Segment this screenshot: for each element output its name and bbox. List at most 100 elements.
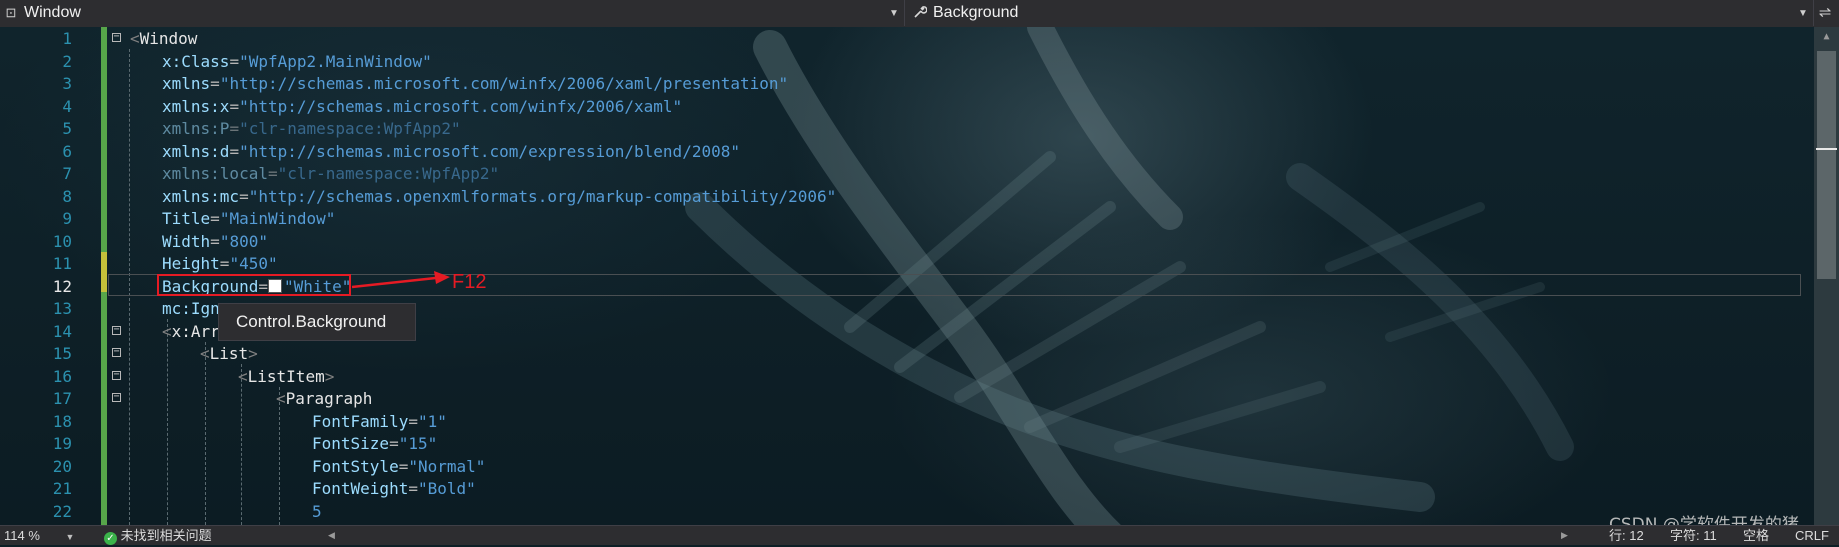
line-number: 1 (62, 29, 72, 48)
code-text: xmlns:mc="http://schemas.openxmlformats.… (162, 186, 836, 209)
code-text: FontFamily="1" (312, 411, 447, 434)
code-token: FontStyle (312, 456, 399, 476)
code-token: < (276, 389, 286, 408)
code-text: 5 (312, 501, 322, 524)
code-token: "Bold" (417, 479, 476, 498)
annotation-arrow (351, 271, 450, 289)
scrollbar-thumb[interactable] (1817, 51, 1836, 279)
collapse-icon[interactable]: − (112, 32, 121, 42)
vertical-scrollbar[interactable]: ▲ (1814, 27, 1839, 525)
code-line[interactable]: 21 FontWeight="Bold" (0, 478, 1814, 501)
code-token: "MainWindow" (219, 209, 336, 228)
code-token: = (239, 186, 249, 206)
code-token: "http://schemas.microsoft.com/winfx/2006… (239, 96, 683, 116)
code-token: "http://schemas.openxmlformats.org/marku… (248, 186, 837, 206)
line-number: 19 (52, 434, 72, 453)
code-token: = (210, 231, 220, 251)
collapse-icon[interactable]: − (112, 347, 121, 357)
indentation-indicator[interactable]: 空格 (1743, 526, 1769, 545)
scroll-left-icon[interactable]: ◀ (328, 526, 335, 545)
line-number: 6 (62, 141, 72, 161)
line-number: 4 (62, 96, 72, 116)
code-text: <Paragraph (276, 388, 372, 411)
code-token: = (229, 119, 240, 138)
code-token: List (209, 344, 249, 363)
code-text: mc:Ign (162, 298, 220, 321)
line-number: 13 (52, 299, 72, 318)
code-text: FontWeight="Bold" (312, 478, 476, 501)
code-token: = (219, 254, 230, 273)
code-line[interactable]: 5 xmlns:P="clr-namespace:WpfApp2" (0, 118, 1814, 141)
code-line[interactable]: 9 Title="MainWindow" (0, 208, 1814, 231)
wrench-icon (909, 5, 931, 22)
code-token: > (324, 366, 335, 386)
scroll-right-icon[interactable]: ▶ (1561, 526, 1568, 545)
code-token: = (210, 74, 220, 93)
collapse-icon[interactable]: − (112, 392, 121, 402)
member-dropdown[interactable]: Background ▼ (909, 0, 1814, 26)
code-line[interactable]: 2 x:Class="WpfApp2.MainWindow" (0, 51, 1814, 74)
line-number: 12 (52, 276, 72, 296)
code-text: Width="800" (162, 231, 268, 254)
code-line[interactable]: 8 xmlns:mc="http://schemas.openxmlformats… (0, 186, 1814, 209)
status-bar: 114 % ▼ ✓ 未找到相关问题 ◀ ▶ 行: 12 字符: 11 空格 CR… (0, 525, 1839, 545)
line-number: 5 (62, 119, 72, 138)
code-token: < (238, 366, 248, 386)
code-line[interactable]: 18 FontFamily="1" (0, 411, 1814, 434)
issues-indicator[interactable]: ✓ 未找到相关问题 (104, 526, 212, 545)
horizontal-scrollbar[interactable]: ◀ ▶ (320, 526, 1570, 545)
code-token: < (200, 344, 210, 363)
code-line[interactable]: 11 Height="450" (0, 253, 1814, 276)
code-line[interactable]: 1 − <Window (0, 28, 1814, 51)
code-token: mc:Ign (162, 299, 220, 318)
code-text: xmlns:P="clr-namespace:WpfApp2" (162, 118, 461, 141)
line-ending-indicator[interactable]: CRLF (1795, 526, 1829, 545)
collapse-icon[interactable]: − (112, 369, 121, 380)
line-number: 9 (62, 209, 72, 228)
scroll-up-icon[interactable]: ▲ (1814, 31, 1839, 42)
code-line[interactable]: 20 FontStyle="Normal" (0, 456, 1814, 479)
code-text: x:Class="WpfApp2.MainWindow" (162, 51, 432, 74)
code-editor[interactable]: 1− <Window 2 x:Class="WpfApp2.MainWindow" 3 x… (0, 27, 1814, 525)
code-line[interactable]: 4 xmlns:x="http://schemas.microsoft.com/w… (0, 96, 1814, 119)
code-token: = (229, 51, 240, 71)
code-line[interactable]: 3 xmlns="http://schemas.microsoft.com/win… (0, 73, 1814, 96)
line-number: 15 (52, 344, 72, 363)
code-token: "450" (229, 254, 278, 273)
code-token: xmlns:local (162, 164, 268, 183)
code-token: = (398, 456, 409, 476)
code-text: Title="MainWindow" (162, 208, 335, 231)
code-line[interactable]: 6 xmlns:d="http://schemas.microsoft.com/e… (0, 141, 1814, 164)
code-text: xmlns:x="http://schemas.microsoft.com/wi… (162, 96, 682, 119)
code-text: FontStyle="Normal" (312, 456, 485, 479)
code-text: <List> (200, 343, 258, 366)
collapse-icon[interactable]: − (112, 324, 121, 335)
code-token: > (248, 344, 258, 363)
code-line[interactable]: 19 FontSize="15" (0, 433, 1814, 456)
code-line[interactable]: 17 − <Paragraph (0, 388, 1814, 411)
caret-position-marker (1816, 148, 1837, 150)
code-text: Height="450" (162, 253, 278, 276)
code-line[interactable]: 22 5 (0, 501, 1814, 524)
line-number: 17 (52, 389, 72, 408)
chevron-down-icon: ▼ (889, 7, 899, 19)
code-token: < (162, 321, 172, 341)
code-token: xmlns:P (162, 119, 230, 138)
code-token: = (408, 479, 418, 498)
code-token: Paragraph (285, 389, 373, 408)
split-editor-icon[interactable]: ⇌ (1815, 2, 1835, 24)
code-line[interactable]: 16 − <ListItem> (0, 366, 1814, 389)
line-number: 8 (62, 186, 72, 206)
line-number: 16 (52, 366, 72, 386)
code-line[interactable]: 10 Width="800" (0, 231, 1814, 254)
type-dropdown-label: Window (24, 4, 81, 21)
code-line[interactable]: 15 − <List> (0, 343, 1814, 366)
code-token: = (408, 411, 418, 431)
code-token: xmlns:x (162, 96, 230, 116)
code-token: "Normal" (408, 456, 486, 476)
code-token: ListItem (247, 366, 325, 386)
code-line[interactable]: 7 xmlns:local="clr-namespace:WpfApp2" (0, 163, 1814, 186)
type-icon: ⊡ (5, 5, 17, 20)
type-dropdown[interactable]: ⊡ Window ▼ (0, 0, 905, 26)
annotation-label: F12 (452, 271, 487, 293)
